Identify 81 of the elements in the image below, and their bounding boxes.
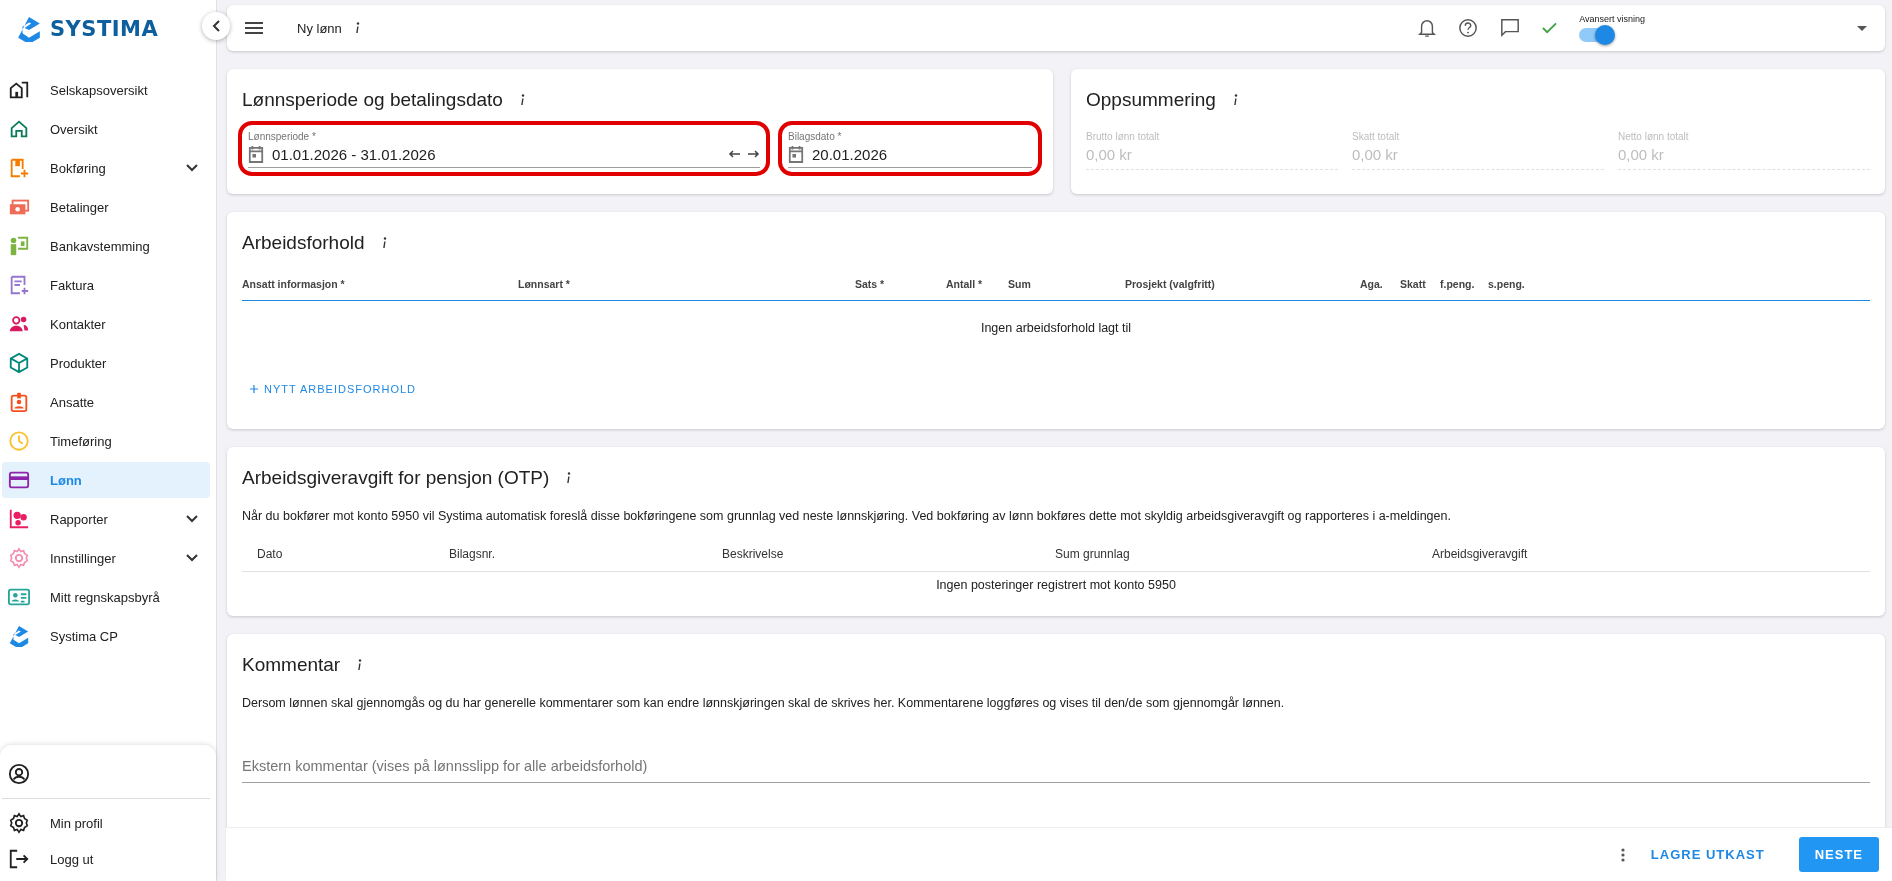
- field-label: Netto lønn totalt: [1618, 131, 1690, 142]
- calendar-icon[interactable]: [248, 145, 264, 163]
- date-field[interactable]: Lønnsperiode * 01.01.2026 - 31.01.2026: [238, 121, 770, 176]
- sidebar-item[interactable]: Kontakter: [2, 306, 210, 342]
- field-label: Skatt totalt: [1352, 131, 1401, 142]
- chevron-down-icon[interactable]: [186, 164, 198, 172]
- sidebar-item[interactable]: Timeføring: [2, 423, 210, 459]
- info-icon[interactable]: [1231, 94, 1238, 106]
- sidebar-item[interactable]: Bankavstemming: [2, 228, 210, 264]
- chevron-left-icon[interactable]: [212, 20, 220, 32]
- date-field[interactable]: Bilagsdato * 20.01.2026: [778, 121, 1042, 176]
- sidebar-item[interactable]: Bokføring: [2, 150, 210, 186]
- description-text: Dersom lønnen skal gjennomgås og du har generelle kommentarer som kan endre lønnskjøringen skal de skrives her. Kommentarene loggføres og vises til den/de som gjennomgår lønnen.: [242, 696, 1286, 710]
- dropdown-caret-icon[interactable]: [1857, 25, 1867, 31]
- card-title: Arbeidsforhold: [242, 232, 365, 254]
- more-icon[interactable]: [1620, 847, 1625, 862]
- sidebar-item[interactable]: Rapporter: [2, 501, 210, 537]
- card-title: Oppsummering: [1086, 89, 1216, 111]
- column-header: Sum: [1008, 278, 1032, 290]
- column-header: Beskrivelse: [722, 547, 785, 561]
- column-header: s.peng.: [1488, 278, 1526, 290]
- sidebar-item[interactable]: Innstillinger: [2, 540, 210, 576]
- toggle-switch[interactable]: [1579, 28, 1614, 42]
- save-draft-button[interactable]: LAGRE UTKAST: [1638, 837, 1777, 872]
- card-title: Lønnsperiode og betalingsdato: [242, 89, 503, 111]
- info-icon[interactable]: [565, 472, 572, 484]
- check-icon[interactable]: [1542, 22, 1558, 34]
- user-icon[interactable]: [8, 763, 30, 785]
- add-employment-button[interactable]: NYTT ARBEIDSFORHOLD: [242, 373, 425, 405]
- sidebar-item[interactable]: Ansatte: [2, 384, 210, 420]
- logo-icon: [16, 16, 42, 42]
- sidebar-item[interactable]: Min profil: [2, 805, 210, 841]
- logout-icon: [8, 848, 30, 870]
- page-title: Ny lønn: [297, 20, 342, 36]
- info-icon[interactable]: [356, 659, 363, 671]
- column-header: Sum grunnlag: [1055, 547, 1131, 561]
- info-icon[interactable]: [518, 94, 525, 106]
- column-header: Arbeidsgiveravgift: [1432, 547, 1529, 561]
- chat-icon[interactable]: [1500, 18, 1521, 38]
- column-header: Ansatt informasjon *: [242, 278, 346, 290]
- field-label: Brutto lønn totalt: [1086, 131, 1161, 142]
- bell-icon[interactable]: [1418, 18, 1437, 38]
- info-icon[interactable]: [353, 22, 360, 34]
- card-title: Arbeidsgiveravgift for pensjon (OTP): [242, 467, 550, 489]
- column-header: Dato: [257, 547, 284, 561]
- sidebar-item[interactable]: Systima CP: [2, 618, 210, 654]
- column-header: Skatt: [1400, 278, 1427, 290]
- column-header: Bilagsnr.: [449, 547, 497, 561]
- calendar-icon[interactable]: [788, 145, 804, 163]
- chevron-down-icon[interactable]: [186, 554, 198, 562]
- summary-field: 0,00 kr: [1618, 142, 1870, 170]
- sidebar-item[interactable]: Faktura: [2, 267, 210, 303]
- sidebar-item[interactable]: Oversikt: [2, 111, 210, 147]
- collapse-button[interactable]: [202, 12, 230, 40]
- description-text: Når du bokfører mot konto 5950 vil Systima automatisk foreslå disse bokføringene som grunnlag ved neste lønnskjøring. Ved bokføring av lønn bokføres dette mot skyldig arbeidsgiveravgift og rapporteres i a-meldingen.: [242, 509, 1452, 523]
- card-title: Kommentar: [242, 654, 341, 676]
- help-icon[interactable]: [1458, 18, 1479, 38]
- sidebar-item[interactable]: Logg ut: [2, 841, 210, 877]
- arrow-right-icon[interactable]: [748, 150, 760, 158]
- gear-icon: [8, 812, 30, 834]
- info-icon[interactable]: [380, 237, 387, 249]
- summary-field: 0,00 kr: [1086, 142, 1338, 170]
- empty-message: Ingen posteringer registrert mot konto 5950: [936, 578, 1176, 592]
- sidebar-item[interactable]: Selskapsoversikt: [2, 72, 210, 108]
- empty-message: Ingen arbeidsforhold lagt til: [980, 321, 1132, 335]
- column-header: Prosjekt (valgfritt): [1125, 278, 1216, 290]
- menu-icon[interactable]: [245, 22, 263, 34]
- toggle-label: Avansert visning: [1579, 14, 1645, 24]
- column-header: Antall *: [946, 278, 984, 290]
- column-header: Lønnsart *: [518, 278, 571, 290]
- column-header: f.peng.: [1440, 278, 1476, 290]
- arrow-left-icon[interactable]: [728, 150, 740, 158]
- sidebar-item[interactable]: Mitt regnskapsbyrå: [2, 579, 210, 615]
- chevron-down-icon[interactable]: [186, 515, 198, 523]
- sidebar-item[interactable]: Produkter: [2, 345, 210, 381]
- plus-icon[interactable]: [250, 385, 258, 393]
- column-header: Aga.: [1360, 278, 1384, 290]
- summary-field: 0,00 kr: [1352, 142, 1604, 170]
- column-header: Sats *: [855, 278, 886, 290]
- sidebar-item[interactable]: Betalinger: [2, 189, 210, 225]
- logo-text: SYSTIMA: [50, 17, 159, 41]
